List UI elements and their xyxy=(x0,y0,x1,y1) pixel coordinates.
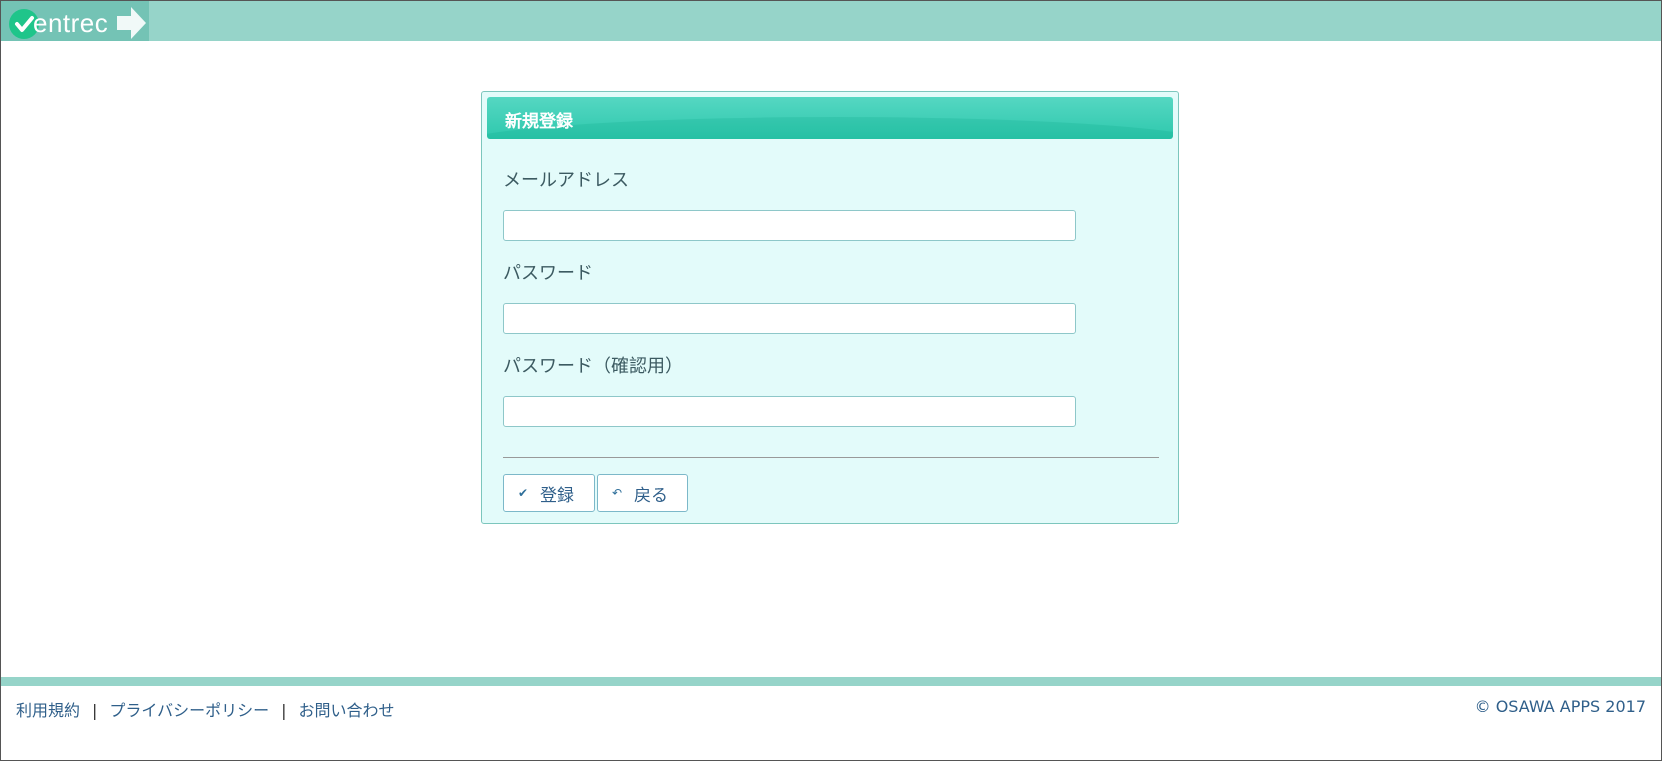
footer-separator: | xyxy=(92,701,98,720)
arrow-right-icon xyxy=(117,7,146,39)
footer-bar xyxy=(1,677,1661,686)
undo-arrow-icon: ↶ xyxy=(611,486,623,500)
logo[interactable]: entrec xyxy=(1,1,149,41)
back-button-label: 戻る xyxy=(634,485,668,506)
password-confirm-label: パスワード（確認用） xyxy=(503,356,683,377)
panel-header: 新規登録 xyxy=(487,97,1173,139)
footer-link-contact[interactable]: お問い合わせ xyxy=(298,701,394,720)
back-button[interactable]: ↶ 戻る xyxy=(597,474,688,512)
password-field[interactable] xyxy=(503,303,1076,334)
password-confirm-field[interactable] xyxy=(503,396,1076,427)
footer-links: 利用規約 | プライバシーポリシー | お問い合わせ xyxy=(16,697,395,721)
email-field[interactable] xyxy=(503,210,1076,241)
password-label: パスワード xyxy=(503,263,593,284)
register-button-label: 登録 xyxy=(540,485,574,506)
registration-panel: 新規登録 メールアドレス パスワード パスワード（確認用） ✔ 登録 ↶ 戻る xyxy=(481,91,1179,524)
footer-separator: | xyxy=(281,701,287,720)
copyright: © OSAWA APPS 2017 xyxy=(1474,697,1646,716)
form-divider xyxy=(503,457,1159,458)
footer-link-privacy[interactable]: プライバシーポリシー xyxy=(109,701,269,720)
email-label: メールアドレス xyxy=(503,170,629,191)
top-header: entrec xyxy=(1,1,1661,41)
logo-text: entrec xyxy=(33,8,109,38)
check-icon: ✔ xyxy=(517,486,529,500)
register-button[interactable]: ✔ 登録 xyxy=(503,474,595,512)
footer-link-terms[interactable]: 利用規約 xyxy=(16,701,80,720)
panel-title: 新規登録 xyxy=(505,112,573,132)
